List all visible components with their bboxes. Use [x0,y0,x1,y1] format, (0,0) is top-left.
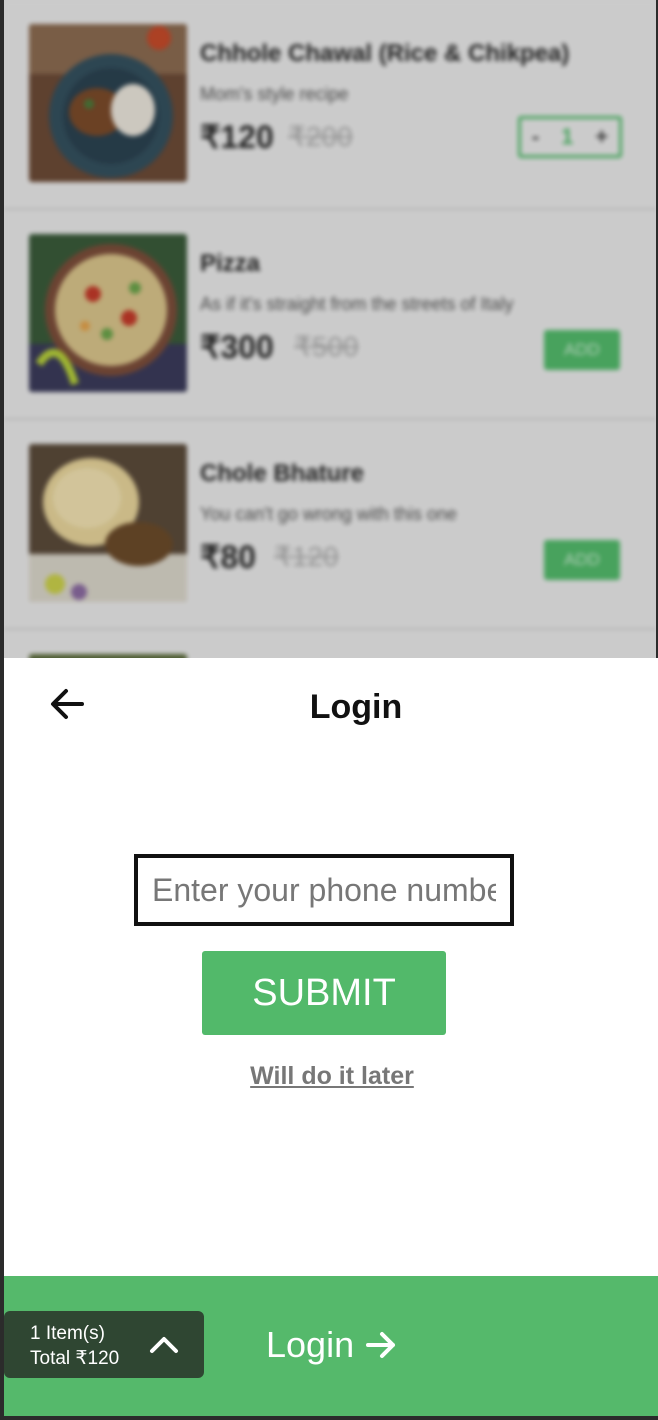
food-mrp: ₹200 [288,121,353,152]
food-mrp: ₹500 [294,331,359,362]
food-price: ₹300 [200,329,274,365]
decrement-button[interactable]: - [532,124,539,150]
add-button[interactable]: ADD [544,540,620,580]
login-button[interactable]: Login [266,1324,398,1366]
food-name: Chole Bhature [200,460,365,487]
bottom-bar: 1 Item(s) Total ₹120 Login [4,1276,658,1416]
food-item: Pizza As if it's straight from the stree… [4,210,656,420]
food-description: As if it's straight from the streets of … [200,294,514,314]
phone-input[interactable] [134,854,514,926]
login-sheet: Login SUBMIT Will do it later [4,658,658,1276]
food-item [4,630,656,660]
food-image [29,444,187,602]
food-price: ₹80 [200,539,256,575]
quantity-stepper[interactable]: - 1 + [518,116,622,158]
cart-total: Total ₹120 [30,1348,120,1369]
food-image [29,24,187,182]
food-price: ₹120 [200,119,274,155]
login-button-label: Login [266,1324,355,1365]
cart-item-count: 1 Item(s) [30,1323,105,1344]
add-button[interactable]: ADD [544,330,620,370]
food-name: Chhole Chawal (Rice & Chikpea) [200,40,570,67]
menu-background: Chhole Chawal (Rice & Chikpea) Mom's sty… [4,0,656,660]
food-description: Mom's style recipe [200,84,349,104]
food-description: You can't go wrong with this one [200,504,457,524]
food-item: Chhole Chawal (Rice & Chikpea) Mom's sty… [4,0,656,210]
arrow-right-icon [366,1332,396,1358]
food-item: Chole Bhature You can't go wrong with th… [4,420,656,630]
increment-button[interactable]: + [595,124,608,150]
quantity-value: 1 [561,124,574,149]
skip-login-link[interactable]: Will do it later [4,1062,658,1091]
food-image [29,234,187,392]
submit-button[interactable]: SUBMIT [202,951,446,1035]
food-mrp: ₹120 [274,541,339,572]
cart-summary[interactable]: 1 Item(s) Total ₹120 [4,1311,204,1378]
chevron-up-icon[interactable] [148,1329,180,1361]
food-name: Pizza [200,250,261,277]
page-title: Login [309,688,403,726]
